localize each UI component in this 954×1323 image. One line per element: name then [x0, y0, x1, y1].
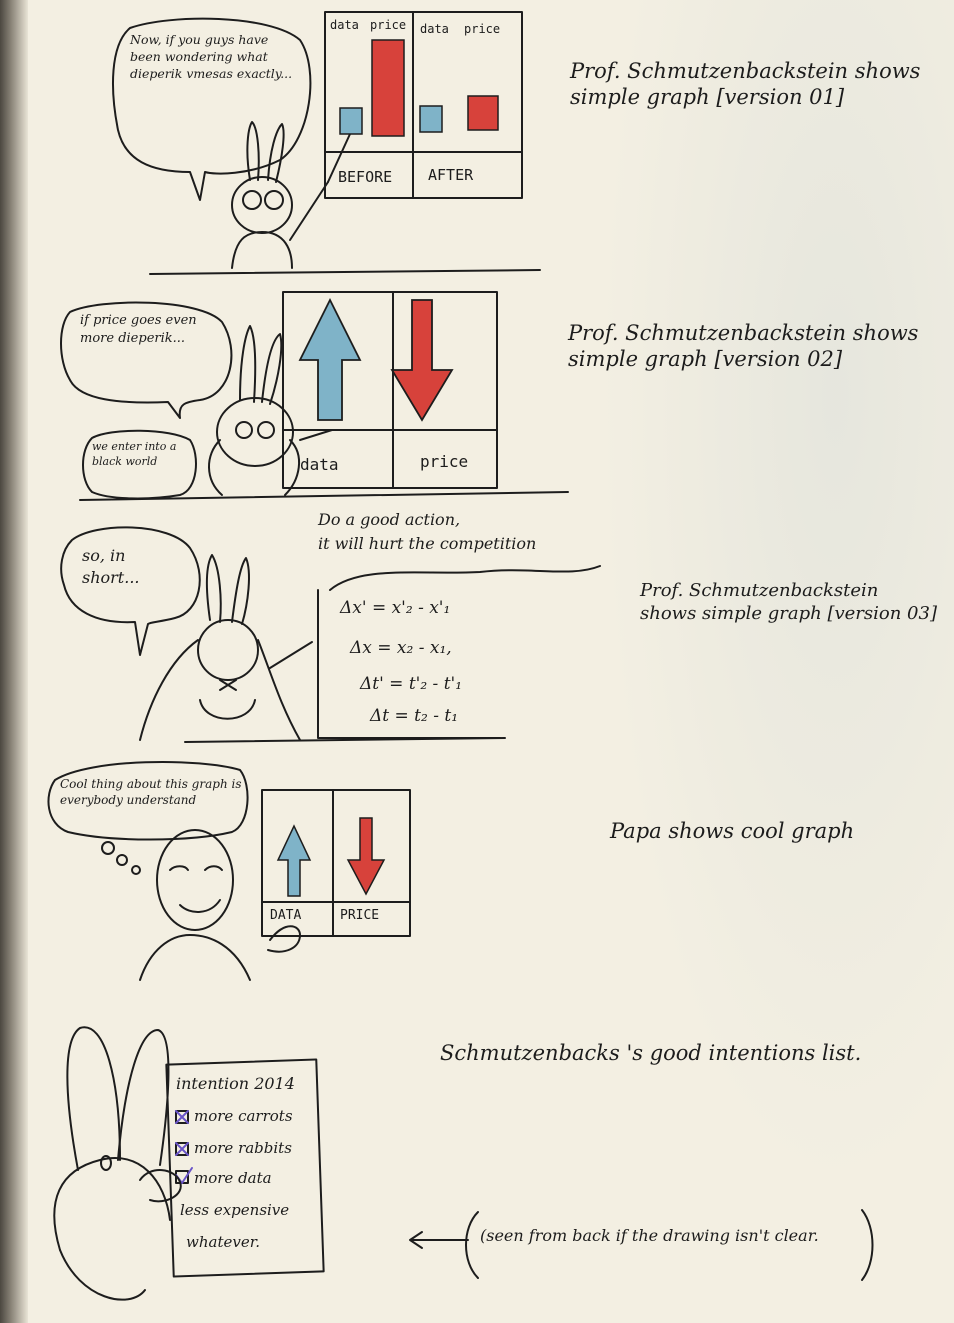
- formula-2: Δx = x₂ - x₁,: [350, 638, 452, 658]
- caption-version-01: Prof. Schmutzenbackstein shows simple gr…: [570, 59, 921, 110]
- caption-papa: Papa shows cool graph: [610, 819, 855, 843]
- list-item-1: more carrots: [194, 1107, 293, 1125]
- chart1-label-price-after: price: [464, 22, 501, 36]
- papa-character: [139, 829, 301, 981]
- chart2-label-data: data: [300, 455, 339, 474]
- sketch-drawings: [47, 11, 874, 1301]
- arrow-data-up: [298, 297, 362, 421]
- list-item-2: more rabbits: [194, 1139, 292, 1157]
- formula-4: Δt = t₂ - t₁: [370, 706, 459, 726]
- arrow-price-down: [390, 299, 454, 422]
- chart1-label-data-after: data: [420, 22, 449, 36]
- list-item-4: less expensive: [180, 1201, 290, 1219]
- speech-text-1: Now, if you guys have been wondering wha…: [130, 32, 293, 81]
- bar-price-before: [371, 39, 405, 137]
- bar-data-before: [339, 107, 363, 135]
- speech-text-4: so, in short...: [82, 546, 140, 587]
- list-title: intention 2014: [176, 1074, 295, 1093]
- chart1-label-price-before: price: [370, 18, 407, 32]
- caption-version-02: Prof. Schmutzenbackstein shows simple gr…: [568, 321, 919, 372]
- aside-note: (seen from back if the drawing isn't cle…: [480, 1226, 819, 1245]
- header-line-2: it will hurt the competition: [318, 534, 537, 553]
- chart4-label-data: DATA: [270, 908, 302, 923]
- rabbit-big: [53, 1026, 171, 1301]
- thought-text: Cool thing about this graph is everybody…: [60, 777, 242, 808]
- speech-text-3: we enter into a black world: [92, 440, 177, 468]
- arrow-data-up-4: [276, 824, 312, 897]
- caption-version-03: Prof. Schmutzenbackstein shows simple gr…: [640, 580, 937, 624]
- arrow-left: [409, 1231, 469, 1249]
- chart1-label-data-before: data: [330, 18, 359, 32]
- speech-text-2: if price goes even more dieperik...: [80, 313, 197, 346]
- chalkboard-top: [329, 565, 601, 591]
- arrow-price-down-4: [346, 817, 386, 896]
- panel-divider-1: [149, 269, 541, 275]
- list-item-5: whatever.: [186, 1233, 260, 1251]
- caption-intentions: Schmutzenbacks 's good intentions list.: [440, 1041, 862, 1065]
- list-item-3: more data: [194, 1169, 272, 1187]
- chart4-label-price: PRICE: [340, 908, 380, 923]
- header-line-1: Do a good action,: [318, 510, 461, 529]
- panel-divider-2: [79, 491, 569, 501]
- bar-price-after: [467, 95, 499, 131]
- chart2-label-price: price: [420, 452, 469, 471]
- axis-before: BEFORE: [338, 168, 393, 186]
- bar-data-after: [419, 105, 443, 133]
- axis-after: AFTER: [428, 166, 474, 184]
- sketchbook-page: Now, if you guys have been wondering wha…: [0, 0, 954, 1323]
- formula-3: Δt' = t'₂ - t'₁: [360, 674, 463, 694]
- formula-1: Δx' = x'₂ - x'₁: [340, 598, 451, 618]
- rabbit-professor-1: [231, 121, 329, 269]
